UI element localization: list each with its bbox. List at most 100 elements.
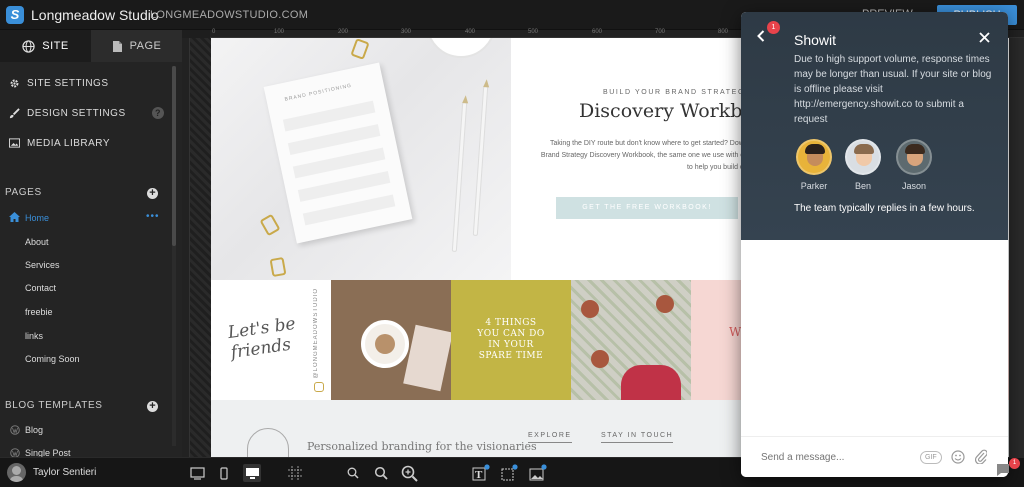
ruler-label: 0 xyxy=(212,29,216,35)
mobile-view-button[interactable] xyxy=(215,464,233,482)
agent-parker: Parker xyxy=(789,139,839,191)
hero-photo[interactable]: BRAND POSITIONING xyxy=(211,38,511,280)
floor-pattern xyxy=(581,300,599,318)
zoom-in-button[interactable] xyxy=(400,464,418,482)
support-notice: Due to high support volume, response tim… xyxy=(794,54,992,125)
gear-icon xyxy=(10,79,19,87)
sidebar: SITE PAGE SITE SETTINGS DESIGN SETTINGS … xyxy=(0,30,182,458)
paper-line xyxy=(302,194,396,226)
add-image-button[interactable] xyxy=(529,464,547,482)
blog-templates-header: BLOG TEMPLATES xyxy=(5,400,103,411)
mobile-icon xyxy=(220,466,228,480)
tab-page[interactable]: PAGE xyxy=(91,30,182,62)
support-chat-panel[interactable]: 1 Showit Due to high support volume, res… xyxy=(741,12,1008,477)
desktop-view-button[interactable] xyxy=(243,464,261,482)
attachment-icon[interactable] xyxy=(975,449,987,464)
workbook-paper-image: BRAND POSITIONING xyxy=(263,62,413,244)
blog-template-blog[interactable]: Blog xyxy=(25,425,43,435)
add-blog-template-button[interactable]: + xyxy=(147,401,158,412)
book-image xyxy=(403,324,451,392)
chat-header: 1 Showit Due to high support volume, res… xyxy=(741,12,1008,240)
instagram-handle: @LONGMEADOWSTUDIO xyxy=(313,288,319,379)
svg-text:T: T xyxy=(475,469,483,481)
sidebar-scroll-thumb[interactable] xyxy=(172,66,176,246)
globe-icon xyxy=(22,39,35,53)
page-item-about[interactable]: About xyxy=(25,237,49,247)
gif-button[interactable]: GIF xyxy=(920,451,942,464)
media-library-item[interactable]: MEDIA LIBRARY xyxy=(0,132,176,154)
launcher-badge: 1 xyxy=(1009,458,1020,469)
sidebar-tabs: SITE PAGE xyxy=(0,30,182,62)
floor-pattern xyxy=(591,350,609,368)
lets-be-friends-tile[interactable]: Let's be friends @LONGMEADOWSTUDIO xyxy=(211,280,331,400)
paper-title: BRAND POSITIONING xyxy=(284,82,353,103)
arch-logo-icon xyxy=(247,428,289,457)
site-settings-item[interactable]: SITE SETTINGS xyxy=(0,72,176,94)
tab-site-label: SITE xyxy=(42,40,69,52)
instagram-icon[interactable] xyxy=(314,382,324,392)
footer-tagline[interactable]: Personalized branding for the visionarie… xyxy=(307,440,537,453)
pencil-image xyxy=(451,102,468,252)
design-settings-label: DESIGN SETTINGS xyxy=(27,107,126,119)
page-item-links[interactable]: links xyxy=(25,331,43,341)
help-icon[interactable]: ? xyxy=(152,107,164,119)
pencil-image xyxy=(472,86,489,236)
zoom-fit-button[interactable] xyxy=(372,464,390,482)
zoom-in-icon xyxy=(401,465,418,482)
brush-icon xyxy=(9,107,20,118)
media-library-label: MEDIA LIBRARY xyxy=(27,137,111,149)
site-domain[interactable]: LONGMEADOWSTUDIO.COM xyxy=(150,9,308,21)
binder-clip-image xyxy=(350,38,370,60)
image-icon xyxy=(9,138,20,148)
canvas-margin xyxy=(190,38,211,457)
ruler-label: 200 xyxy=(338,29,349,35)
ruler-label: 400 xyxy=(465,29,476,35)
get-workbook-button[interactable]: GET THE FREE WORKBOOK! xyxy=(556,197,738,219)
agent-ben: Ben xyxy=(838,139,888,191)
agent-name: Parker xyxy=(800,181,828,191)
zoom-out-button[interactable] xyxy=(344,464,362,482)
footer-link-explore[interactable]: EXPLORE xyxy=(528,432,572,443)
agent-jason: Jason xyxy=(889,139,939,191)
pink-tile-text: W xyxy=(729,325,742,339)
page-item-services[interactable]: Services xyxy=(25,260,60,270)
instagram-photo-tiles[interactable] xyxy=(571,280,691,400)
shape-tool-icon xyxy=(501,464,518,481)
emoji-icon[interactable] xyxy=(951,450,965,464)
zoom-out-icon xyxy=(347,467,359,479)
binder-clip-image xyxy=(259,213,281,237)
message-input[interactable] xyxy=(761,450,901,464)
instagram-tile-spare-time[interactable]: 4 THINGS YOU CAN DO IN YOUR SPARE TIME xyxy=(451,280,571,400)
footer-link-stay-in-touch[interactable]: STAY IN TOUCH xyxy=(601,432,674,443)
instagram-photo-coffee[interactable] xyxy=(331,280,451,400)
message-composer: GIF xyxy=(741,436,1008,477)
coffee-cup-image xyxy=(426,38,496,58)
page-item-home[interactable]: Home xyxy=(25,213,49,223)
hero-eyebrow[interactable]: BUILD YOUR BRAND STRATEGY xyxy=(603,89,751,96)
add-page-button[interactable]: + xyxy=(147,188,158,199)
tablet-view-button[interactable] xyxy=(188,464,206,482)
close-icon[interactable] xyxy=(979,32,990,43)
design-settings-item[interactable]: DESIGN SETTINGS ? xyxy=(0,102,176,124)
add-text-button[interactable]: T xyxy=(472,464,490,482)
page-item-contact[interactable]: Contact xyxy=(25,283,56,293)
avatar xyxy=(896,139,932,175)
tab-site[interactable]: SITE xyxy=(0,30,91,62)
latte-art-image xyxy=(375,334,395,354)
ruler-label: 500 xyxy=(528,29,539,35)
text-tool-icon: T xyxy=(472,464,490,481)
page-item-freebie[interactable]: freebie xyxy=(25,307,53,317)
user-name[interactable]: Taylor Sentieri xyxy=(33,467,96,478)
agent-name: Jason xyxy=(901,181,927,191)
ruler-label: 600 xyxy=(592,29,603,35)
avatar xyxy=(796,139,832,175)
showit-logo-icon[interactable]: S xyxy=(6,6,24,24)
grid-toggle-button[interactable] xyxy=(286,464,304,482)
page-options-button[interactable]: ••• xyxy=(146,211,160,222)
image-tool-icon xyxy=(529,464,547,481)
avatar[interactable] xyxy=(7,463,26,482)
add-shape-button[interactable] xyxy=(500,464,518,482)
back-chevron-icon[interactable] xyxy=(757,30,765,42)
page-icon xyxy=(112,40,122,52)
page-item-coming-soon[interactable]: Coming Soon xyxy=(25,354,80,364)
